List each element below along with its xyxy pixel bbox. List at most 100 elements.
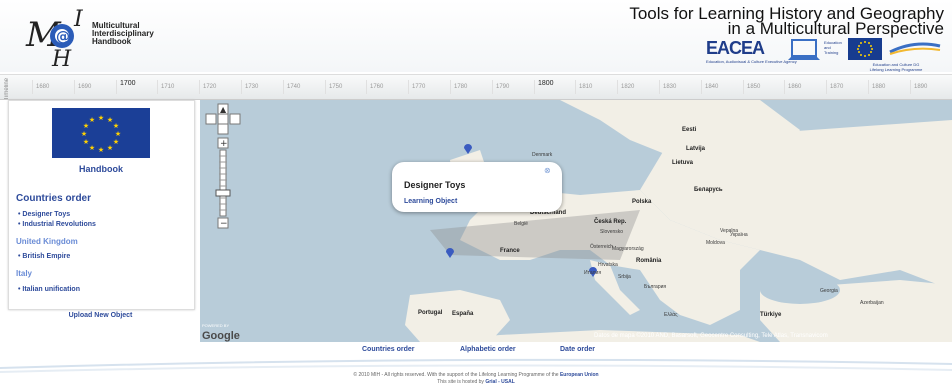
map-label: Ελλάς [664, 312, 678, 318]
map-label: Polska [632, 199, 652, 205]
timeline-tick[interactable]: 1680 [36, 84, 49, 90]
svg-text:H: H [51, 47, 72, 68]
handbook-link[interactable]: Handbook [40, 164, 162, 174]
timeline-tick[interactable]: 1750 [329, 84, 342, 90]
timeline-bar[interactable] [0, 74, 952, 100]
google-logo[interactable]: Google [202, 330, 240, 342]
sidebar-item-italian-unification[interactable]: • Italian unification [18, 286, 80, 293]
svg-text:★: ★ [83, 138, 89, 146]
map-label: Беларусь [694, 187, 723, 193]
timeline-tick[interactable]: 1880 [872, 84, 885, 90]
timeline-tick-line [325, 80, 326, 94]
timeline-tick[interactable]: 1870 [830, 84, 843, 90]
svg-text:★: ★ [89, 144, 95, 152]
svg-text:★: ★ [98, 114, 104, 122]
grial-usal-link[interactable]: Grial - USAL [485, 379, 514, 385]
timeline-tick[interactable]: 1770 [412, 84, 425, 90]
svg-text:−: − [220, 219, 228, 229]
popup-learning-object-link[interactable]: Learning Object [404, 198, 457, 205]
timeline-tick-line [450, 80, 451, 94]
map-label: България [644, 284, 667, 290]
map-label: Eesti [682, 127, 697, 133]
timeline-tick[interactable]: 1840 [705, 84, 718, 90]
timeline-tick[interactable]: 1760 [370, 84, 383, 90]
eacea-subtitle: Education, Audiovisual & Culture Executi… [706, 59, 797, 64]
svg-text:★: ★ [98, 146, 104, 154]
sidebar-item-industrial-revolutions[interactable]: • Industrial Revolutions [18, 221, 96, 228]
logo-text: Multicultural Interdisciplinary Handbook [92, 22, 154, 46]
countries-order-link[interactable]: Countries order [362, 346, 415, 353]
timeline-tick-line [784, 80, 785, 94]
eacea-logo[interactable]: EACEA Education, Audiovisual & Culture E… [706, 38, 797, 64]
close-icon[interactable]: ⊗ [544, 166, 551, 175]
map-label: France [500, 248, 520, 254]
llp-title: Lifelong Learning Programme [869, 67, 923, 72]
footer-hosted-text: This site is hosted by [437, 379, 484, 385]
timeline-tick[interactable]: 1710 [161, 84, 174, 90]
alphabetic-order-link[interactable]: Alphabetic order [460, 346, 516, 353]
timeline-tick-line [617, 80, 618, 94]
map-label: Portugal [418, 310, 443, 316]
map-attribution: Datos de mapa ©2010 AND, Basarsoft, Geoc… [594, 333, 828, 339]
llp-arrow-icon[interactable] [888, 38, 942, 56]
upload-new-object-link[interactable]: Upload New Object [8, 312, 193, 319]
european-union-link[interactable]: European Union [560, 372, 599, 378]
map[interactable]: ▲ + − [200, 100, 952, 342]
timeline-tick[interactable]: 1810 [579, 84, 592, 90]
timeline-tick-line [116, 80, 117, 94]
timeline-tick[interactable]: 1740 [287, 84, 300, 90]
eacea-text: EACEA [706, 38, 765, 58]
timeline-tick[interactable]: 1890 [914, 84, 927, 90]
timeline-tick[interactable]: 1730 [245, 84, 258, 90]
svg-text:@: @ [56, 29, 70, 45]
timeline-tick-line [241, 80, 242, 94]
eu-flag-icon[interactable] [848, 38, 882, 60]
map-label: Österreich [590, 244, 614, 250]
timeline-tick-line [743, 80, 744, 94]
countries-order-heading: Countries order [16, 193, 92, 204]
sidebar-item-label: Industrial Revolutions [22, 221, 96, 228]
timeline-tick[interactable]: 1850 [747, 84, 760, 90]
sidebar-country-united-kingdom[interactable]: United Kingdom [16, 237, 78, 246]
site-title: Tools for Learning History and Geography… [629, 5, 944, 37]
svg-text:I: I [73, 7, 84, 32]
timeline-tick[interactable]: 1700 [120, 80, 136, 87]
timeline-tick[interactable]: 1860 [788, 84, 801, 90]
timeline-tick-line [32, 80, 33, 94]
map-label: Srbija [618, 274, 631, 280]
map-label: España [452, 311, 474, 317]
map-label: Moldova [706, 240, 725, 246]
timeline-tick[interactable]: 1830 [663, 84, 676, 90]
map-label: Vepalna [720, 228, 739, 234]
map-label: Magyarország [612, 246, 644, 252]
timeline-tick[interactable]: 1790 [496, 84, 509, 90]
timeline-tick[interactable]: 1800 [538, 80, 554, 87]
timeline-tick-line [659, 80, 660, 94]
timeline-tick[interactable]: 1720 [203, 84, 216, 90]
map-label: Türkiye [760, 312, 782, 318]
timeline-tick[interactable]: 1780 [454, 84, 467, 90]
eu-flag-icon[interactable]: ★ ★★★ ★★★★ ★★★★ [52, 108, 150, 158]
timeline-tick-line [74, 80, 75, 94]
timeline-tick[interactable]: 1820 [621, 84, 634, 90]
svg-text:★: ★ [89, 116, 95, 124]
map-label: Azerbaijan [860, 300, 884, 306]
sidebar-item-british-empire[interactable]: • British Empire [18, 253, 70, 260]
timeline-tick-line [366, 80, 367, 94]
timeline-tick-line [492, 80, 493, 94]
date-order-link[interactable]: Date order [560, 346, 595, 353]
map-label: Georgia [820, 288, 838, 294]
timeline-tick-line [826, 80, 827, 94]
map-label: Hrvatska [598, 262, 618, 268]
svg-text:★: ★ [113, 138, 119, 146]
map-label: România [636, 258, 662, 264]
sidebar-country-italy[interactable]: Italy [16, 269, 32, 278]
map-label: Denmark [532, 152, 553, 158]
sidebar-item-designer-toys[interactable]: • Designer Toys [18, 211, 70, 218]
svg-text:★: ★ [107, 144, 113, 152]
timeline-tick[interactable]: 1690 [78, 84, 91, 90]
map-canvas[interactable]: ▲ + − [200, 100, 952, 342]
timeline-tick-line [534, 80, 535, 94]
svg-text:★: ★ [81, 130, 87, 138]
timeline-tick-line [408, 80, 409, 94]
